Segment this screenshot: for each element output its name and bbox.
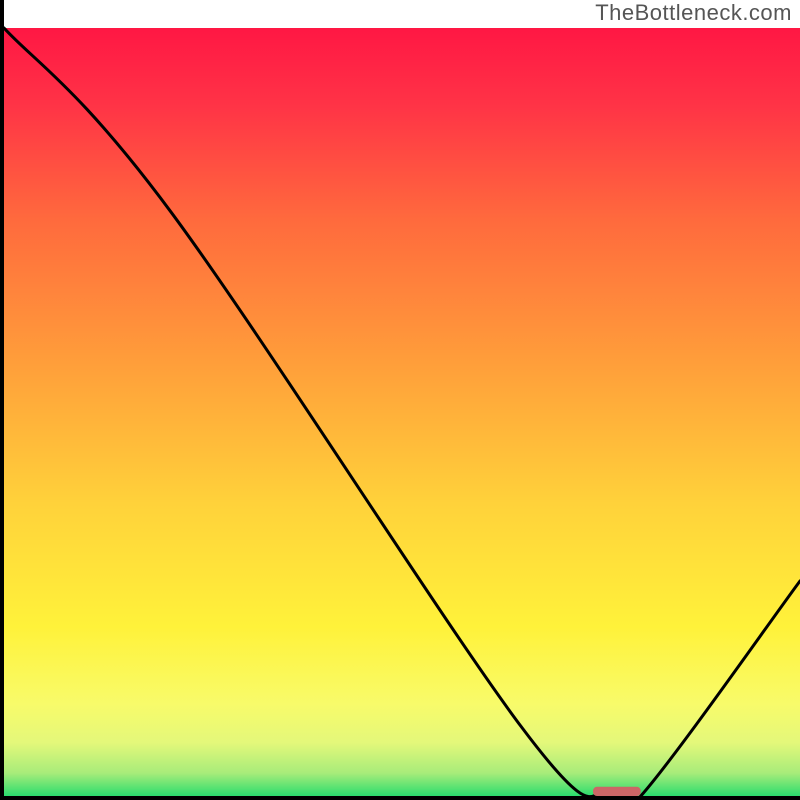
plot-area <box>4 28 800 796</box>
watermark-label: TheBottleneck.com <box>595 0 792 26</box>
chart-frame: TheBottleneck.com <box>0 0 800 800</box>
gradient-background <box>4 28 800 796</box>
chart-svg <box>0 0 800 800</box>
config-highlight-marker <box>593 787 641 796</box>
